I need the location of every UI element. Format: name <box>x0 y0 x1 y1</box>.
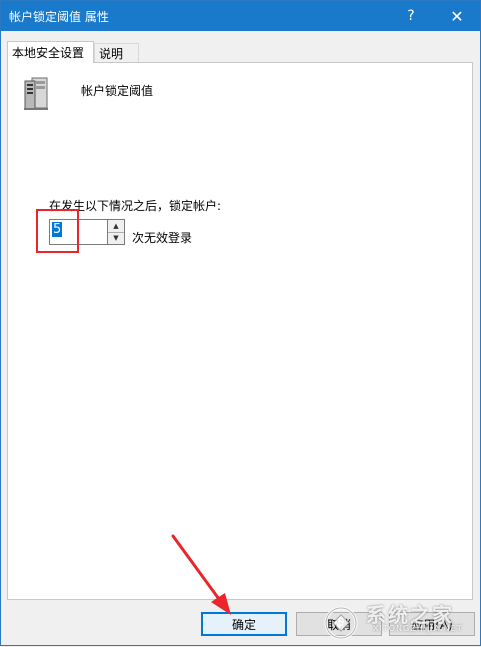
tab-label: 说明 <box>99 47 124 61</box>
threshold-spinner: ▲ ▼ <box>107 219 125 245</box>
tab-explain[interactable]: 说明 <box>94 43 139 63</box>
ok-button[interactable]: 确定 <box>201 612 287 636</box>
watermark-subtext: XITONGZHIJIA.NET <box>373 624 463 633</box>
close-button[interactable]: ✕ <box>434 1 480 31</box>
title-bar[interactable]: 帐户锁定阈值 属性 ? ✕ <box>1 1 480 31</box>
policy-name: 帐户锁定阈值 <box>81 84 154 98</box>
server-tower-icon <box>24 77 48 110</box>
tab-label: 本地安全设置 <box>12 46 85 60</box>
tab-panel <box>7 62 473 600</box>
spin-down-icon[interactable]: ▼ <box>108 232 124 244</box>
highlight-annotation-box <box>36 209 79 253</box>
properties-dialog: 帐户锁定阈值 属性 ? ✕ 本地安全设置 说明 帐户锁定阈值 在发生以下情况之后… <box>0 0 481 646</box>
help-button[interactable]: ? <box>388 1 434 31</box>
tab-local-security-setting[interactable]: 本地安全设置 <box>7 41 94 63</box>
threshold-unit-label: 次无效登录 <box>132 231 193 245</box>
window-title: 帐户锁定阈值 属性 <box>9 10 109 24</box>
